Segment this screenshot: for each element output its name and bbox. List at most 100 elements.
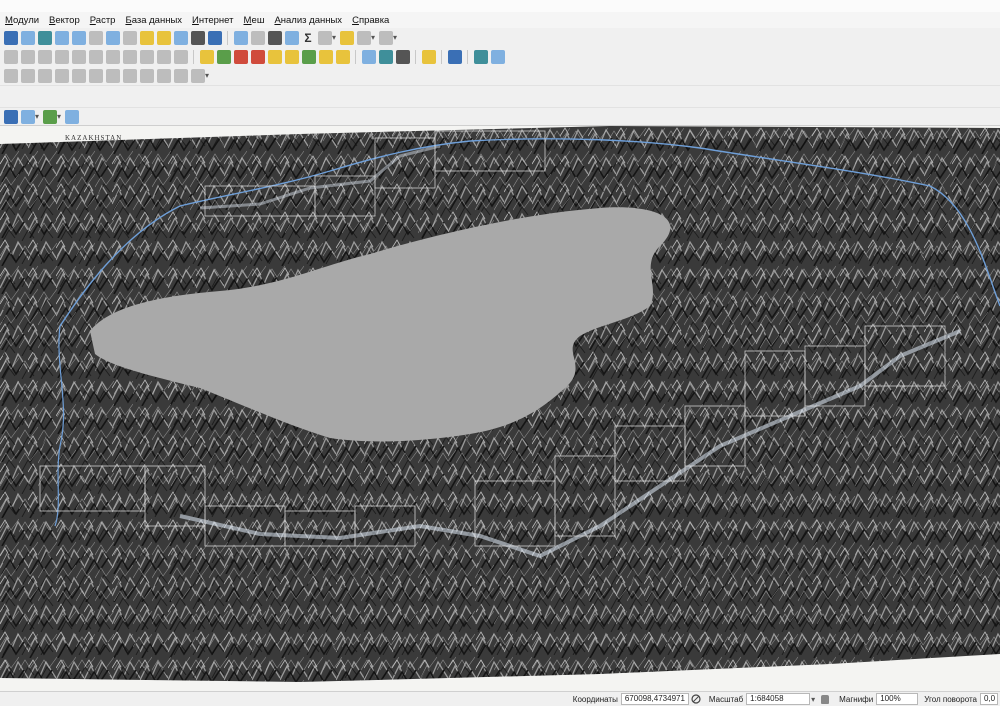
plugin-icon[interactable] bbox=[447, 49, 462, 64]
menu-database[interactable]: База данных bbox=[120, 15, 187, 26]
measure-icon[interactable] bbox=[317, 30, 332, 45]
add-vector-icon[interactable] bbox=[42, 109, 57, 124]
field-calculator-icon[interactable] bbox=[267, 30, 282, 45]
vector-dropdown-icon[interactable]: ▾ bbox=[57, 112, 61, 121]
web-service-icon[interactable] bbox=[395, 49, 410, 64]
delete-part-icon[interactable] bbox=[122, 68, 137, 83]
globe-icon[interactable] bbox=[361, 49, 376, 64]
digitize-icon[interactable] bbox=[54, 49, 69, 64]
add-raster-icon[interactable] bbox=[64, 109, 79, 124]
layer-labeling-icon[interactable] bbox=[216, 49, 231, 64]
country-label: KAZAKHSTAN bbox=[65, 134, 122, 142]
scale-dropdown-icon[interactable]: ▾ bbox=[811, 695, 815, 704]
map-tips-icon[interactable] bbox=[356, 30, 371, 45]
map-tips-dropdown-icon[interactable]: ▾ bbox=[371, 33, 375, 42]
menu-analysis[interactable]: Анализ данных bbox=[269, 15, 347, 26]
paste-features-icon[interactable] bbox=[139, 49, 154, 64]
zoom-last-icon[interactable] bbox=[139, 30, 154, 45]
python-console-icon[interactable] bbox=[421, 49, 436, 64]
rotate-feature-icon[interactable] bbox=[20, 68, 35, 83]
delete-selected-icon[interactable] bbox=[88, 49, 103, 64]
scale-label: Масштаб bbox=[708, 694, 744, 704]
advanced-digitize-icon[interactable] bbox=[3, 68, 18, 83]
offset-curve-icon[interactable] bbox=[156, 68, 171, 83]
map-navigation-toolbar: Σ ▾ ▾ ▾ bbox=[0, 28, 1000, 48]
temporal-controller-icon[interactable] bbox=[190, 30, 205, 45]
pin-labels-icon[interactable] bbox=[233, 49, 248, 64]
reshape-icon[interactable] bbox=[139, 68, 154, 83]
menu-mesh[interactable]: Меш bbox=[239, 15, 270, 26]
sigma-icon[interactable]: Σ bbox=[302, 31, 314, 45]
new-map-view-icon[interactable] bbox=[173, 30, 188, 45]
change-label-icon[interactable] bbox=[301, 49, 316, 64]
zoom-in-icon[interactable] bbox=[54, 30, 69, 45]
menu-modules[interactable]: Модули bbox=[0, 15, 44, 26]
annotation-icon[interactable] bbox=[339, 30, 354, 45]
menu-bar: Модули Вектор Растр База данных Интернет… bbox=[0, 12, 1000, 28]
merge-features-icon[interactable] bbox=[190, 68, 205, 83]
merge-dropdown-icon[interactable]: ▾ bbox=[205, 71, 209, 80]
crs-icon[interactable] bbox=[490, 49, 505, 64]
rotation-field[interactable]: 0,0 ° bbox=[980, 693, 998, 705]
rotate-label-icon[interactable] bbox=[284, 49, 299, 64]
menu-internet[interactable]: Интернет bbox=[187, 15, 238, 26]
coordinates-label: Координаты bbox=[572, 694, 618, 704]
toolbar-separator bbox=[227, 30, 228, 45]
add-wms-icon[interactable] bbox=[3, 109, 18, 124]
text-annotation-icon[interactable] bbox=[378, 30, 393, 45]
zoom-layer-icon[interactable] bbox=[88, 30, 103, 45]
scale-field[interactable]: 1:684058 bbox=[746, 693, 811, 705]
coordinates-field[interactable]: 670098,4734971 bbox=[620, 693, 689, 705]
search-layer-icon[interactable] bbox=[378, 49, 393, 64]
simplify-feature-icon[interactable] bbox=[37, 68, 52, 83]
vertex-tool-icon[interactable] bbox=[71, 49, 86, 64]
fill-ring-icon[interactable] bbox=[88, 68, 103, 83]
label-properties-icon[interactable] bbox=[318, 49, 333, 64]
measure-dropdown-icon[interactable]: ▾ bbox=[332, 33, 336, 42]
show-hide-labels-icon[interactable] bbox=[250, 49, 265, 64]
toolbar-separator bbox=[355, 49, 356, 64]
undo-icon[interactable] bbox=[156, 49, 171, 64]
zoom-out-icon[interactable] bbox=[71, 30, 86, 45]
menu-raster[interactable]: Растр bbox=[85, 15, 121, 26]
window-titlebar-strip bbox=[0, 0, 1000, 12]
map-canvas[interactable]: KAZAKHSTAN bbox=[0, 126, 1000, 691]
layers-toolbar: ▾ ▾ bbox=[0, 108, 1000, 126]
processing-toolbox-icon[interactable] bbox=[284, 30, 299, 45]
redo-icon[interactable] bbox=[173, 49, 188, 64]
move-label-icon[interactable] bbox=[267, 49, 282, 64]
toggle-extents-icon[interactable] bbox=[691, 694, 701, 704]
advanced-digitizing-toolbar: ▾ bbox=[0, 66, 1000, 86]
save-edits-icon[interactable] bbox=[37, 49, 52, 64]
menu-help[interactable]: Справка bbox=[347, 15, 394, 26]
zoom-native-icon[interactable] bbox=[122, 30, 137, 45]
digitizing-toolbar bbox=[0, 47, 1000, 67]
add-part-icon[interactable] bbox=[71, 68, 86, 83]
add-wfs-icon[interactable] bbox=[20, 109, 35, 124]
magnifier-field[interactable]: 100% bbox=[876, 693, 919, 705]
diagram-properties-icon[interactable] bbox=[335, 49, 350, 64]
projection-icon[interactable] bbox=[473, 49, 488, 64]
cut-features-icon[interactable] bbox=[105, 49, 120, 64]
map-render: KAZAKHSTAN bbox=[0, 126, 1000, 691]
magnifier-label: Магнифи bbox=[839, 694, 874, 704]
label-tool-icon[interactable] bbox=[199, 49, 214, 64]
menu-vector[interactable]: Вектор bbox=[44, 15, 85, 26]
pan-map-icon[interactable] bbox=[3, 30, 18, 45]
delete-ring-icon[interactable] bbox=[105, 68, 120, 83]
add-ring-icon[interactable] bbox=[54, 68, 69, 83]
lock-scale-icon[interactable] bbox=[821, 694, 830, 704]
zoom-full-icon[interactable] bbox=[37, 30, 52, 45]
annotation-dropdown-icon[interactable]: ▾ bbox=[393, 33, 397, 42]
pan-to-selection-icon[interactable] bbox=[20, 30, 35, 45]
identify-icon[interactable] bbox=[233, 30, 248, 45]
split-features-icon[interactable] bbox=[173, 68, 188, 83]
copy-features-icon[interactable] bbox=[122, 49, 137, 64]
attribute-table-icon[interactable] bbox=[250, 30, 265, 45]
edits-icon[interactable] bbox=[3, 49, 18, 64]
refresh-icon[interactable] bbox=[207, 30, 222, 45]
zoom-selection-icon[interactable] bbox=[105, 30, 120, 45]
zoom-next-icon[interactable] bbox=[156, 30, 171, 45]
web-layer-dropdown-icon[interactable]: ▾ bbox=[35, 112, 39, 121]
toggle-editing-icon[interactable] bbox=[20, 49, 35, 64]
